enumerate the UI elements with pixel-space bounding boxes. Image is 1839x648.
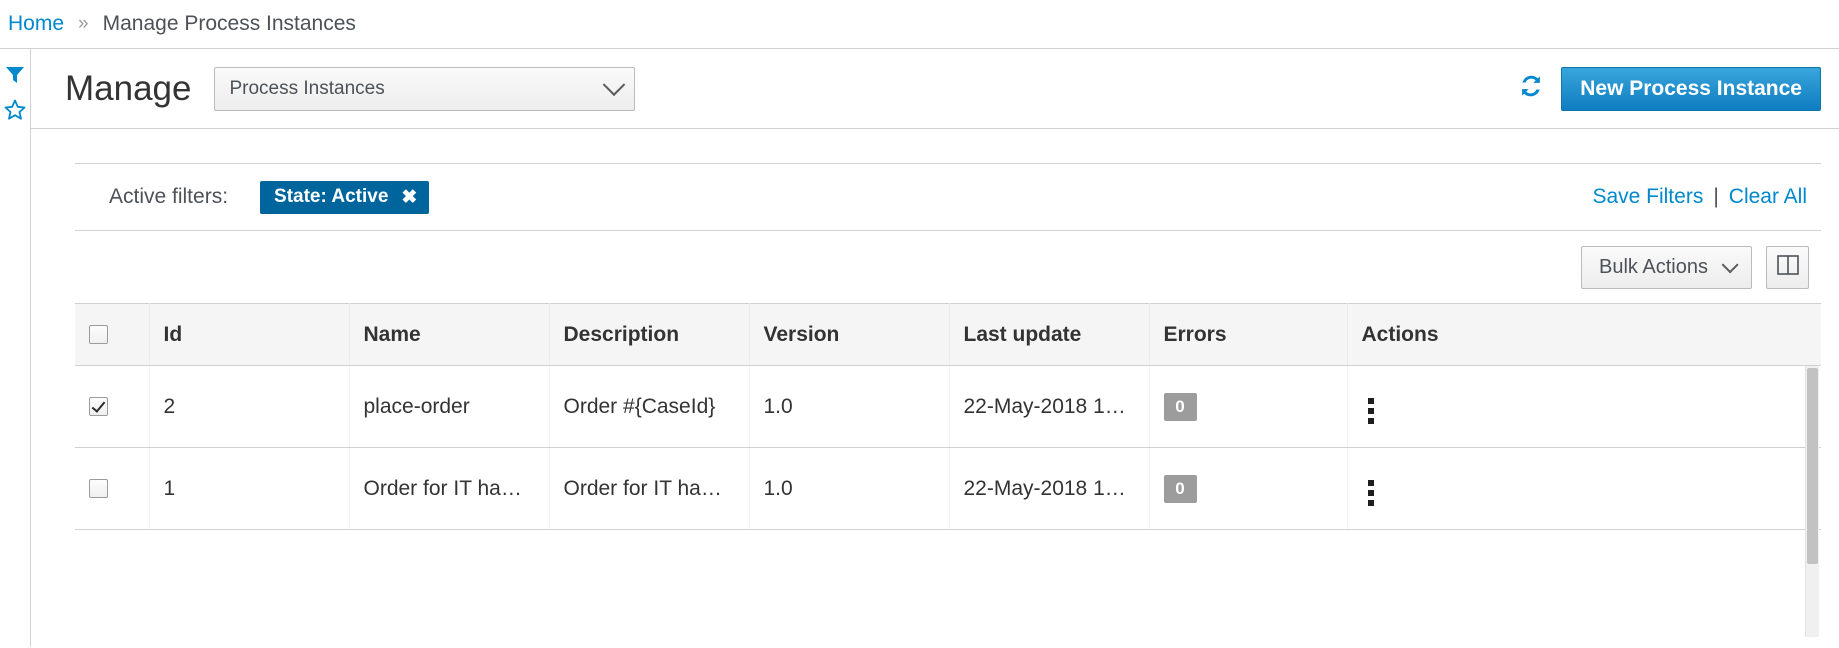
select-all-checkbox[interactable]: [89, 325, 108, 345]
cell-name: Order for IT ha…: [349, 447, 550, 530]
column-header-name[interactable]: Name: [349, 303, 550, 366]
content-area: Manage Process Instances New Process Ins…: [30, 49, 1839, 647]
select-all-header: [75, 303, 150, 366]
left-rail: [0, 49, 30, 647]
filter-chip-label: State: Active: [274, 186, 389, 207]
cell-errors: 0: [1149, 447, 1348, 530]
kebab-menu-icon[interactable]: [1362, 394, 1380, 428]
cell-last-update: 22-May-2018 1…: [949, 447, 1150, 530]
table-body: 2 place-order Order #{CaseId} 1.0 22-May…: [75, 365, 1821, 530]
table-vertical-scrollbar[interactable]: [1805, 366, 1819, 637]
cell-name: place-order: [349, 365, 550, 448]
column-header-id[interactable]: Id: [149, 303, 350, 366]
refresh-button[interactable]: [1511, 69, 1551, 109]
filter-funnel-icon[interactable]: [5, 65, 25, 85]
refresh-icon: [1517, 72, 1545, 105]
cell-last-update: 22-May-2018 1…: [949, 365, 1150, 448]
breadcrumb-link-home[interactable]: Home: [8, 12, 64, 36]
chevron-down-icon: [1721, 256, 1739, 274]
close-icon[interactable]: ✖: [401, 188, 417, 207]
active-filters-label: Active filters:: [109, 185, 229, 208]
column-header-last-update[interactable]: Last update: [949, 303, 1150, 366]
errors-badge: 0: [1163, 392, 1197, 421]
main-panel: Active filters: State: Active ✖ Save Fil…: [31, 129, 1839, 647]
entity-type-select-value: Process Instances: [229, 77, 385, 99]
scrollbar-thumb[interactable]: [1807, 368, 1818, 564]
cell-actions: [1347, 447, 1821, 530]
cell-description: Order #{CaseId}: [549, 365, 750, 448]
chevron-down-icon: [603, 72, 626, 96]
new-process-instance-button[interactable]: New Process Instance: [1561, 66, 1821, 111]
bulk-actions-button[interactable]: Bulk Actions: [1581, 245, 1752, 289]
cell-errors: 0: [1149, 365, 1348, 448]
table-row[interactable]: 1 Order for IT ha… Order for IT ha… 1.0 …: [75, 447, 1821, 530]
cell-version: 1.0: [749, 447, 950, 530]
row-select-cell: [75, 447, 150, 530]
process-instances-table: Id Name Description Version Last update …: [75, 303, 1821, 530]
breadcrumb-current: Manage Process Instances: [102, 12, 356, 35]
save-filters-link[interactable]: Save Filters: [1592, 185, 1703, 209]
page-header: Manage Process Instances New Process Ins…: [31, 49, 1839, 129]
cell-id: 2: [149, 365, 350, 448]
cell-id: 1: [149, 447, 350, 530]
instances-table-wrapper: Id Name Description Version Last update …: [75, 303, 1821, 647]
page-title: Manage: [65, 68, 192, 108]
column-header-description[interactable]: Description: [549, 303, 750, 366]
star-outline-icon[interactable]: [4, 99, 26, 121]
cell-description: Order for IT ha…: [549, 447, 750, 530]
table-header-row: Id Name Description Version Last update …: [75, 303, 1821, 366]
column-header-actions: Actions: [1347, 303, 1821, 366]
filter-chip-state-active: State: Active ✖: [260, 180, 430, 214]
breadcrumb-separator: »: [78, 13, 89, 34]
column-picker-button[interactable]: [1766, 245, 1809, 289]
new-process-instance-label: New Process Instance: [1580, 76, 1802, 100]
column-header-errors[interactable]: Errors: [1149, 303, 1348, 366]
errors-badge: 0: [1163, 474, 1197, 503]
active-filters-bar: Active filters: State: Active ✖ Save Fil…: [75, 163, 1821, 231]
table-row[interactable]: 2 place-order Order #{CaseId} 1.0 22-May…: [75, 365, 1821, 448]
breadcrumb: Home » Manage Process Instances: [0, 0, 1839, 49]
clear-all-link[interactable]: Clear All: [1729, 185, 1807, 209]
page-body: Manage Process Instances New Process Ins…: [0, 49, 1839, 647]
column-header-version[interactable]: Version: [749, 303, 950, 366]
cell-version: 1.0: [749, 365, 950, 448]
bulk-actions-label: Bulk Actions: [1599, 255, 1708, 278]
kebab-menu-icon[interactable]: [1362, 476, 1380, 510]
columns-icon: [1776, 254, 1799, 280]
cell-actions: [1347, 365, 1821, 448]
entity-type-select[interactable]: Process Instances: [214, 66, 636, 111]
row-select-cell: [75, 365, 150, 448]
table-toolbar: Bulk Actions: [75, 231, 1821, 303]
filters-actions: Save Filters | Clear All: [1592, 185, 1807, 209]
filters-actions-separator: |: [1713, 185, 1719, 208]
table-header: Id Name Description Version Last update …: [75, 303, 1821, 366]
row-checkbox[interactable]: [89, 479, 108, 499]
row-checkbox[interactable]: [89, 397, 108, 417]
